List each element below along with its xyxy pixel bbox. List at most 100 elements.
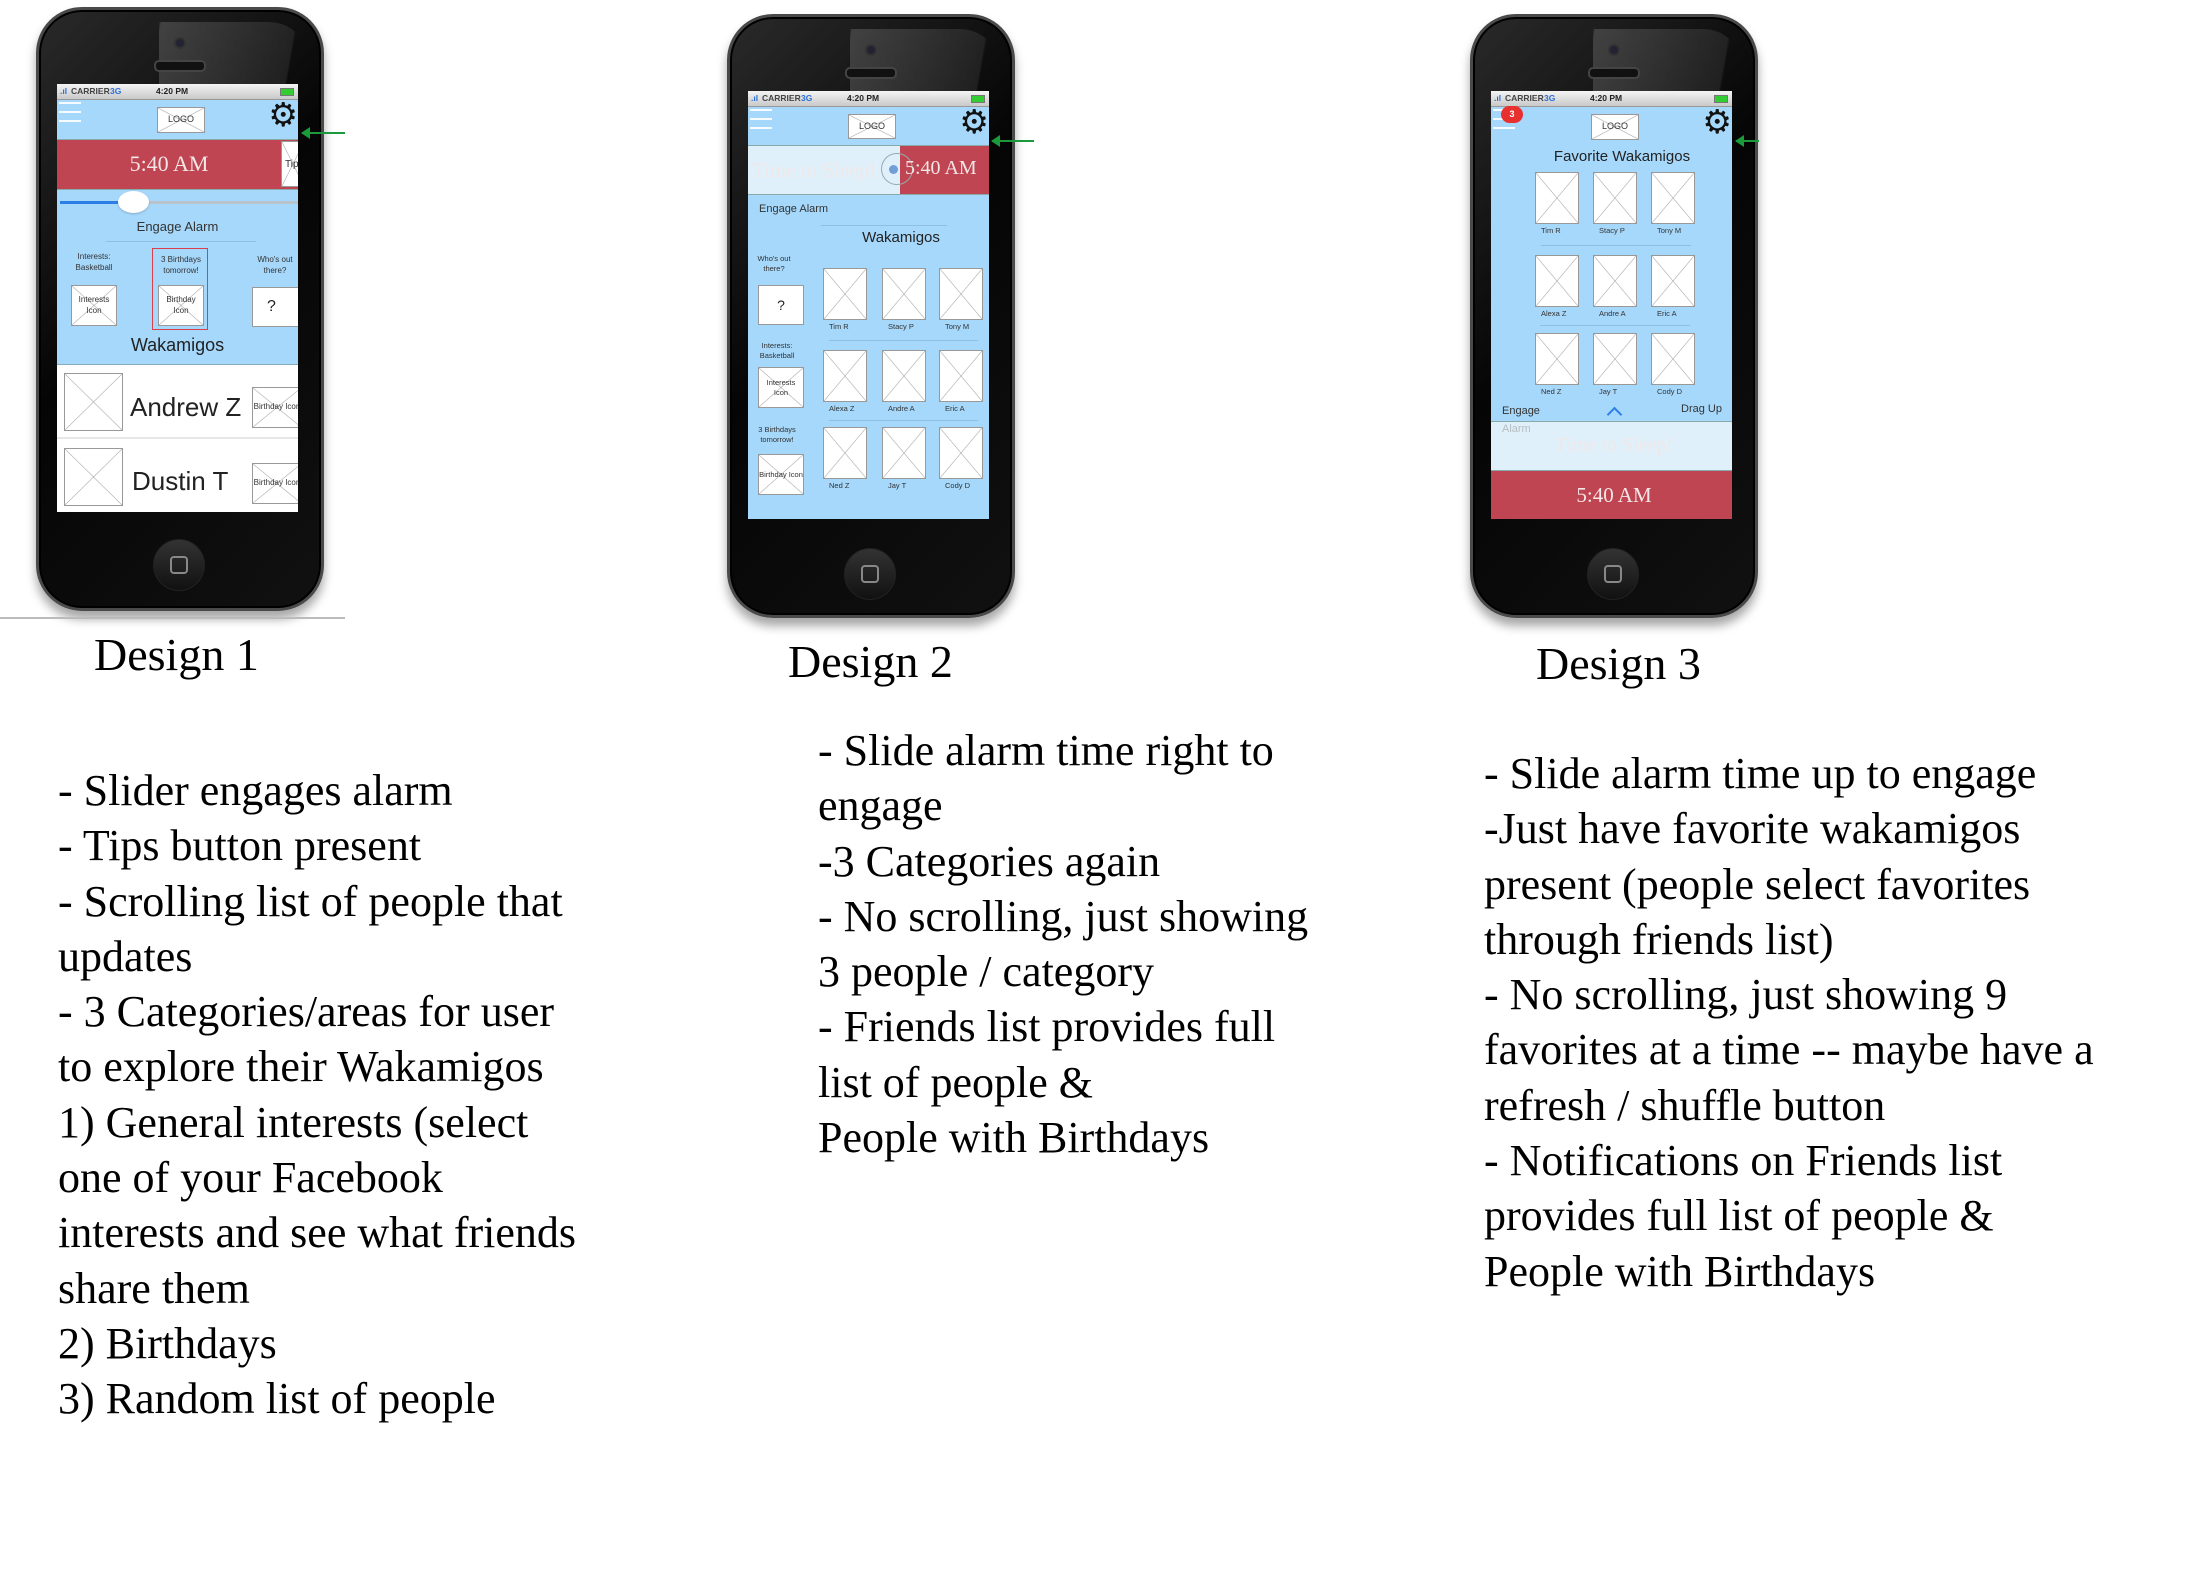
carrier: CARRIER xyxy=(71,86,110,96)
gear-icon[interactable]: ⚙ xyxy=(959,104,989,140)
clock: 4:20 PM xyxy=(156,86,189,96)
friend-avatar[interactable] xyxy=(1593,255,1637,307)
note-line: - Tips button present xyxy=(58,821,422,871)
speaker-icon xyxy=(845,67,897,79)
friend-avatar[interactable] xyxy=(1535,255,1579,307)
design-3-screen: .ıl CARRIER 3G 4:20 PM 3 LOGO ⚙ Favorite… xyxy=(1491,91,1732,519)
birthday-icon: Birthday Icon xyxy=(252,387,298,428)
friend-name: Jay T xyxy=(888,481,907,490)
engage-alarm-label: Engage Alarm xyxy=(136,219,219,234)
friend-name: Tony M xyxy=(945,322,970,331)
section-title: Wakamigos xyxy=(862,229,940,246)
engage-label: Engage xyxy=(1502,405,1540,417)
friend-name: Stacy P xyxy=(1599,226,1625,235)
interests-icon[interactable]: Interests Icon xyxy=(71,285,117,326)
friend-avatar[interactable] xyxy=(1651,333,1695,385)
design-2-screen: .ıl CARRIER 3G 4:20 PM LOGO ⚙ Time to Sl… xyxy=(748,91,989,519)
friend-avatar[interactable] xyxy=(1535,172,1579,224)
network: 3G xyxy=(1544,93,1556,103)
friend-avatar[interactable] xyxy=(823,350,867,402)
friend-avatar[interactable] xyxy=(1535,333,1579,385)
note-line: interests and see what friends xyxy=(58,1208,577,1258)
engage-slider-handle[interactable] xyxy=(117,191,149,213)
sleep-text: Time to Sleep! xyxy=(1554,434,1674,456)
home-button[interactable] xyxy=(153,539,205,591)
sleep-panel[interactable]: Alarm Time to Sleep! xyxy=(1491,421,1732,470)
divider xyxy=(821,225,947,226)
random-people-button[interactable]: ? xyxy=(758,285,804,325)
design-3-notes: - Slide alarm time up to engage -Just hav… xyxy=(1484,746,2094,1299)
row-divider xyxy=(829,420,978,421)
design-1-caption: Design 1 xyxy=(94,629,259,680)
note-line: - No scrolling, just showing xyxy=(818,891,1309,941)
category-label-interests: Interests: Basketball xyxy=(75,252,113,272)
section-title: Wakamigos xyxy=(130,335,225,355)
note-line: share them xyxy=(58,1263,250,1313)
camera-icon xyxy=(865,44,877,56)
interests-icon[interactable]: Interests Icon xyxy=(758,367,804,408)
category-label-birthdays: 3 Birthdays tomorrow! xyxy=(758,425,796,445)
avatar xyxy=(64,448,123,506)
status-bar: .ıl CARRIER 3G 4:20 PM xyxy=(57,84,298,100)
list-item[interactable]: Dustin T Birthday Icon xyxy=(57,439,298,512)
drag-up-label: Drag Up xyxy=(1681,403,1722,415)
friend-name: Ned Z xyxy=(1541,387,1562,396)
green-arrow-annotation xyxy=(1735,135,1759,147)
friend-name: Cody D xyxy=(1657,387,1683,396)
friend-avatar[interactable] xyxy=(1651,255,1695,307)
note-line: - Slide alarm time right to xyxy=(818,726,1274,775)
gear-icon[interactable]: ⚙ xyxy=(1702,104,1732,140)
note-line: - No scrolling, just showing 9 xyxy=(1484,970,2008,1020)
friend-avatar[interactable] xyxy=(939,268,983,320)
friend-avatar[interactable] xyxy=(823,427,867,479)
engage-alarm-label: Engage Alarm xyxy=(759,203,829,215)
friend-avatar[interactable] xyxy=(882,427,926,479)
list-item[interactable]: Andrew Z Birthday Icon xyxy=(57,365,298,439)
hamburger-icon[interactable] xyxy=(750,109,772,131)
signal-icon: .ıl xyxy=(60,86,68,96)
friend-avatar[interactable] xyxy=(882,350,926,402)
design-2-notes: - Slide alarm time right to engage -3 Cate… xyxy=(818,723,1308,1165)
category-label-interests: Interests: Basketball xyxy=(759,341,795,361)
sleep-slider-track[interactable]: Time to Sleep! xyxy=(748,145,900,195)
status-bar: .ıl CARRIER 3G 4:20 PM xyxy=(748,91,989,107)
home-button[interactable] xyxy=(1587,548,1639,600)
people-list[interactable]: Andrew Z Birthday Icon Dustin T Birthday… xyxy=(57,364,298,512)
note-line: - Friends list provides full xyxy=(818,1002,1276,1052)
tips-label: Tips xyxy=(285,158,298,170)
birthday-icon: Birthday Icon xyxy=(252,463,298,504)
note-line: refresh / shuffle button xyxy=(1484,1080,1886,1130)
green-arrow-annotation xyxy=(991,135,1034,147)
random-people-button[interactable]: ? xyxy=(252,287,298,327)
home-button[interactable] xyxy=(844,548,896,600)
friend-avatar[interactable] xyxy=(1651,172,1695,224)
birthday-icon[interactable]: Birthday Icon xyxy=(758,454,804,495)
friend-name: Jay T xyxy=(1599,387,1618,396)
friend-avatar[interactable] xyxy=(1593,172,1637,224)
birthday-icon[interactable]: Birthday Icon xyxy=(158,285,204,326)
category-label-random: Who's out there? xyxy=(757,254,791,274)
green-arrow-annotation xyxy=(301,127,345,139)
note-line: through friends list) xyxy=(1484,914,1834,964)
note-line: provides full list of people & xyxy=(1484,1191,1994,1241)
tips-button[interactable]: Tips xyxy=(281,141,298,187)
friend-avatar[interactable] xyxy=(939,427,983,479)
friend-avatar[interactable] xyxy=(882,268,926,320)
logo: LOGO xyxy=(1591,114,1639,140)
friend-avatar[interactable] xyxy=(939,350,983,402)
friend-avatar[interactable] xyxy=(823,268,867,320)
hamburger-icon[interactable] xyxy=(59,102,81,124)
note-line: 3) Random list of people xyxy=(58,1374,496,1424)
friend-avatar[interactable] xyxy=(1593,333,1637,385)
gear-icon[interactable]: ⚙ xyxy=(268,97,298,133)
sleep-text: Time to Sleep! xyxy=(752,158,877,182)
notification-badge[interactable]: 3 xyxy=(1501,106,1523,123)
chevron-up-icon[interactable] xyxy=(1606,406,1623,423)
alarm-time-handle[interactable]: 5:40 AM xyxy=(1491,470,1732,519)
clock: 4:20 PM xyxy=(1590,93,1623,103)
network: 3G xyxy=(801,93,813,103)
design-3-caption: Design 3 xyxy=(1536,638,1701,689)
note-line: 2) Birthdays xyxy=(58,1318,277,1368)
status-bar: .ıl CARRIER 3G 4:20 PM xyxy=(1491,91,1732,107)
person-name: Andrew Z xyxy=(130,392,242,422)
